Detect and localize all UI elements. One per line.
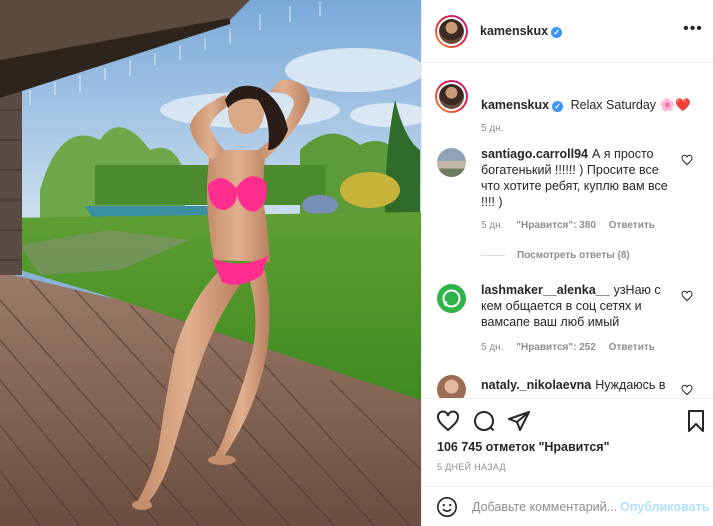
post-photo[interactable] [0, 0, 421, 526]
heart-icon[interactable] [436, 409, 460, 433]
caption-time[interactable]: 5 дн. [481, 123, 503, 134]
post-date[interactable]: 5 ДНЕЙ НАЗАД [437, 462, 506, 472]
post-image [0, 0, 421, 526]
verified-badge-icon: ✓ [552, 101, 564, 112]
verified-badge-icon: ✓ [551, 27, 563, 38]
comment-like-heart-icon[interactable] [681, 154, 693, 166]
comment-body: nataly._nikolaevna Нуждаюсь в [481, 377, 677, 393]
comment-likes-count[interactable]: "Нравится": 380 [516, 220, 596, 231]
comment-body: lashmaker__alenka__ узНаю с кем общается … [481, 282, 677, 330]
portrait-avatar-icon[interactable] [437, 375, 466, 398]
bookmark-icon[interactable] [684, 409, 708, 433]
comment-input[interactable] [472, 497, 622, 517]
comment-icon[interactable] [472, 409, 496, 433]
author-avatar[interactable] [435, 15, 468, 48]
author-username[interactable]: kamenskux ✓ [480, 24, 563, 38]
comment-like-heart-icon[interactable] [681, 384, 693, 396]
comment-username[interactable]: lashmaker__alenka__ [481, 283, 610, 297]
post-actions: 106 745 отметок "Нравится" 5 ДНЕЙ НАЗАД [422, 398, 713, 486]
comment-time[interactable]: 5 дн. [481, 342, 503, 353]
view-replies-button[interactable]: Посмотреть ответы (8) [481, 250, 630, 261]
caption-username[interactable]: kamenskux ✓ [481, 98, 564, 112]
comment-meta: 5 дн. "Нравится": 252 Ответить [481, 342, 665, 353]
comment-username[interactable]: nataly._nikolaevna [481, 378, 591, 392]
more-options-icon[interactable]: ••• [682, 20, 704, 40]
landscape-avatar-icon[interactable] [437, 148, 466, 177]
replies-divider [481, 254, 505, 256]
comment-body: santiago.carroll94 А я просто богатенький… [481, 146, 677, 210]
comments-list[interactable]: kamenskux ✓ Relax Saturday 🌸❤️ 5 дн. sant… [422, 64, 713, 398]
caption-emojis: 🌸❤️ [659, 98, 691, 112]
reply-button[interactable]: Ответить [609, 342, 655, 353]
comment-time[interactable]: 5 дн. [481, 220, 503, 231]
likes-count[interactable]: 106 745 отметок "Нравится" [437, 440, 610, 454]
add-comment-bar: Опубликовать [422, 486, 713, 526]
comment-username[interactable]: santiago.carroll94 [481, 147, 588, 161]
caption-avatar[interactable] [435, 80, 468, 113]
publish-button[interactable]: Опубликовать [620, 500, 709, 514]
post-header: kamenskux ✓ ••• [422, 0, 713, 63]
whatsapp-icon[interactable] [437, 284, 466, 313]
caption-text: Relax Saturday [570, 98, 657, 112]
comment-text: Нуждаюсь в [595, 378, 666, 392]
share-icon[interactable] [507, 409, 531, 433]
reply-button[interactable]: Ответить [609, 220, 655, 231]
comment-meta: 5 дн. "Нравится": 380 Ответить [481, 220, 665, 231]
emoji-icon[interactable] [436, 496, 458, 518]
post-side-panel: kamenskux ✓ ••• kamenskux ✓ Relax Saturday… [421, 0, 713, 526]
comment-likes-count[interactable]: "Нравится": 252 [516, 342, 596, 353]
comment-like-heart-icon[interactable] [681, 290, 693, 302]
